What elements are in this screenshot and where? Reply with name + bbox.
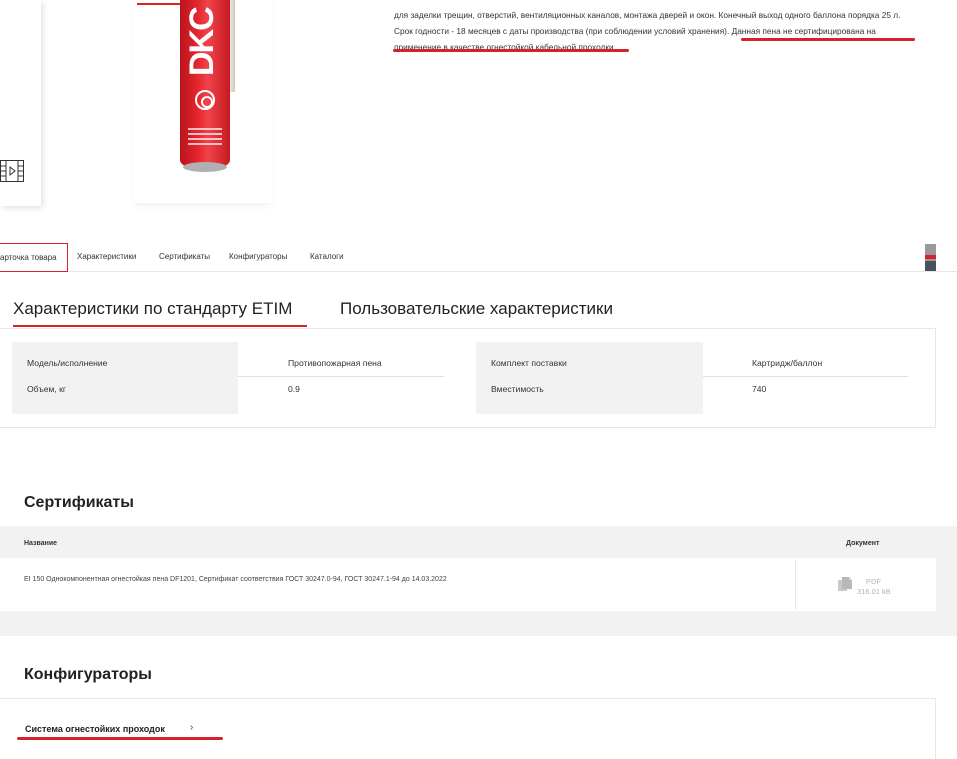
cert-col-document: Документ — [846, 540, 880, 547]
product-tabs: арточка товара Характеристики Сертификат… — [0, 243, 957, 272]
tab-certificates[interactable]: Сертификаты — [159, 243, 210, 272]
subtab-user[interactable]: Пользовательские характеристики — [340, 299, 613, 319]
subtab-active-indicator — [13, 325, 307, 327]
char-name-cell-left — [12, 342, 238, 414]
highlight-underline — [393, 49, 629, 52]
side-scroll-widget[interactable] — [925, 244, 936, 271]
tab-characteristics[interactable]: Характеристики — [77, 243, 136, 272]
char-value: 740 — [752, 384, 767, 394]
char-name: Комплект поставки — [491, 358, 567, 368]
char-value: Картридж/баллон — [752, 358, 823, 368]
brand-emblem-icon — [195, 90, 215, 110]
char-name: Объем, кг — [27, 384, 67, 394]
video-thumbnail-icon[interactable] — [0, 160, 25, 182]
cert-col-divider — [795, 560, 796, 610]
char-name: Модель/исполнение — [27, 358, 108, 368]
description-line-1: для заделки трещин, отверстий, вентиляци… — [394, 10, 901, 20]
char-row-divider — [238, 376, 444, 377]
cert-col-name: Название — [24, 540, 58, 547]
char-name: Вместимость — [491, 384, 544, 394]
char-name-cell-right — [476, 342, 703, 414]
configurator-link[interactable]: Система огнестойких проходок — [25, 724, 165, 734]
highlight-underline — [17, 737, 223, 740]
can-label-lines — [188, 128, 222, 148]
description-line-3: применение в качестве огнестойкой кабель… — [394, 42, 616, 52]
configurators-title: Конфигураторы — [24, 666, 152, 683]
tab-catalogs[interactable]: Каталоги — [310, 243, 344, 272]
tab-product-card[interactable]: арточка товара — [0, 243, 68, 272]
product-description: для заделки трещин, отверстий, вентиляци… — [394, 7, 929, 55]
subtab-etim[interactable]: Характеристики по стандарту ETIM — [13, 299, 292, 319]
chevron-right-icon[interactable]: › — [190, 722, 193, 733]
certificate-name: EI 150 Однокомпонентная огнестойкая пена… — [24, 576, 447, 583]
tab-configurators[interactable]: Конфигураторы — [229, 243, 287, 272]
highlight-underline — [741, 38, 915, 41]
document-icon[interactable] — [838, 577, 852, 592]
char-value: Противопожарная пена — [288, 358, 382, 368]
thumbnail-column — [0, 0, 41, 206]
description-line-2: Срок годности - 18 месяцев с даты произв… — [394, 26, 876, 36]
certificates-title: Сертификаты — [24, 494, 134, 511]
char-value: 0.9 — [288, 384, 300, 394]
brand-logo-text: DKC — [183, 8, 221, 76]
file-type-label[interactable]: PDF — [866, 577, 881, 586]
char-row-divider — [703, 376, 908, 377]
can-bottom — [183, 162, 227, 172]
file-size-label: 316.01 kB — [857, 587, 891, 596]
